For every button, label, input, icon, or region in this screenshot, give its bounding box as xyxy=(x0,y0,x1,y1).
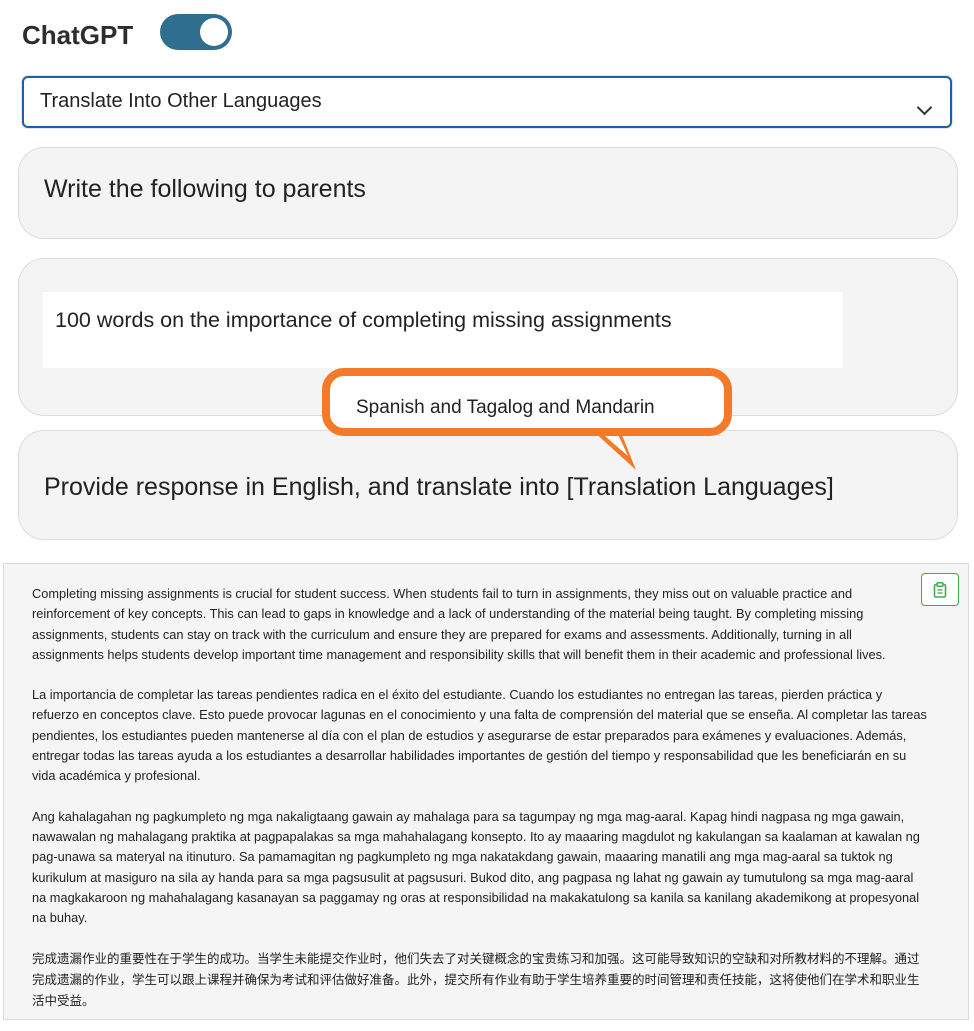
chevron-down-icon xyxy=(916,99,933,116)
callout-pointer xyxy=(592,430,636,470)
prompt-card-text: Provide response in English, and transla… xyxy=(44,473,834,501)
toggle-knob xyxy=(200,18,228,46)
response-paragraph-english: Completing missing assignments is crucia… xyxy=(32,586,886,662)
response-paragraph-tagalog: Ang kahalagahan ng pagkumpleto ng mga na… xyxy=(32,808,920,926)
prompt-card-text: Write the following to parents xyxy=(44,175,366,203)
chatgpt-toggle[interactable] xyxy=(160,14,232,50)
callout-text: Spanish and Tagalog and Mandarin xyxy=(356,397,655,418)
translation-languages-callout: Spanish and Tagalog and Mandarin xyxy=(322,368,732,436)
topic-input-value: 100 words on the importance of completin… xyxy=(55,308,672,332)
response-text: Completing missing assignments is crucia… xyxy=(32,584,927,1031)
response-panel: Completing missing assignments is crucia… xyxy=(3,563,969,1020)
template-select-value: Translate Into Other Languages xyxy=(40,90,322,112)
template-select[interactable]: Translate Into Other Languages xyxy=(22,76,952,128)
topic-input-field[interactable]: 100 words on the importance of completin… xyxy=(43,292,843,368)
clipboard-icon xyxy=(933,582,947,598)
response-paragraph-spanish: La importancia de completar las tareas p… xyxy=(32,687,927,784)
app-title: ChatGPT xyxy=(22,20,134,50)
prompt-card-translate[interactable]: Provide response in English, and transla… xyxy=(18,430,958,540)
response-paragraph-mandarin: 完成遗漏作业的重要性在于学生的成功。当学生未能提交作业时，他们失去了对关键概念的… xyxy=(32,951,920,1009)
prompt-card-instruction[interactable]: Write the following to parents xyxy=(18,147,958,239)
